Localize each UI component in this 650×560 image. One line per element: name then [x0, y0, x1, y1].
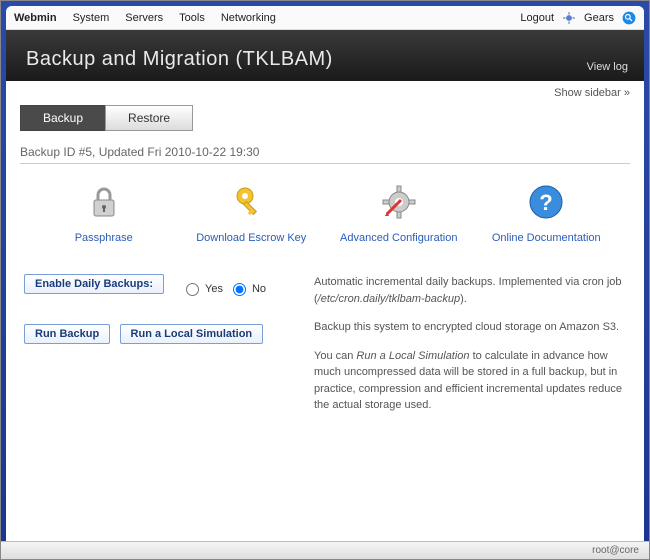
docs-card[interactable]: ? Online Documentation: [476, 182, 616, 244]
sidebar-toggle-bar: Show sidebar »: [6, 81, 644, 101]
yes-label: Yes: [205, 283, 223, 295]
description-text: Automatic incremental daily backups. Imp…: [314, 274, 626, 426]
run-simulation-button[interactable]: Run a Local Simulation: [120, 324, 264, 344]
passphrase-card[interactable]: Passphrase: [34, 182, 174, 244]
advanced-label: Advanced Configuration: [340, 232, 457, 244]
menubar-servers[interactable]: Servers: [125, 12, 163, 24]
enable-daily-backups-label: Enable Daily Backups:: [24, 274, 164, 294]
menubar: Webmin System Servers Tools Networking L…: [6, 6, 644, 30]
escrow-label: Download Escrow Key: [196, 232, 306, 244]
icon-row: Passphrase Download Escrow Key Advanced …: [30, 182, 620, 244]
page-title: Backup and Migration (TKLBAM): [26, 48, 624, 71]
daily-no-radio[interactable]: [233, 283, 246, 296]
tab-backup[interactable]: Backup: [20, 105, 106, 131]
tab-restore[interactable]: Restore: [105, 105, 193, 131]
escrow-key-card[interactable]: Download Escrow Key: [181, 182, 321, 244]
form-area: Enable Daily Backups: Yes No Run Backup …: [24, 274, 626, 426]
no-label: No: [252, 283, 266, 295]
menubar-brand[interactable]: Webmin: [14, 12, 57, 24]
menubar-system[interactable]: System: [73, 12, 110, 24]
run-backup-button[interactable]: Run Backup: [24, 324, 110, 344]
gears-link[interactable]: Gears: [584, 12, 614, 24]
svg-text:?: ?: [540, 190, 553, 215]
show-sidebar-link[interactable]: Show sidebar »: [554, 87, 630, 99]
menubar-networking[interactable]: Networking: [221, 12, 276, 24]
docs-label: Online Documentation: [492, 232, 601, 244]
menubar-tools[interactable]: Tools: [179, 12, 205, 24]
daily-yes-radio[interactable]: [186, 283, 199, 296]
page-header: Backup and Migration (TKLBAM) View log: [6, 30, 644, 81]
passphrase-label: Passphrase: [75, 232, 133, 244]
gear-config-icon: [379, 182, 419, 222]
tabs: Backup Restore: [20, 105, 630, 131]
content-area: Backup Restore Backup ID #5, Updated Fri…: [6, 101, 644, 554]
logout-link[interactable]: Logout: [520, 12, 554, 24]
footer-user: root@core: [592, 545, 639, 554]
help-icon: ?: [526, 182, 566, 222]
footer: root@core: [6, 541, 644, 554]
gear-icon: [562, 11, 576, 25]
daily-backup-radios: Yes No: [180, 283, 266, 296]
lock-icon: [84, 182, 124, 222]
view-log-link[interactable]: View log: [587, 61, 628, 73]
advanced-config-card[interactable]: Advanced Configuration: [329, 182, 469, 244]
backup-status-line: Backup ID #5, Updated Fri 2010-10-22 19:…: [20, 139, 630, 164]
search-icon[interactable]: [622, 11, 636, 25]
key-icon: [231, 182, 271, 222]
